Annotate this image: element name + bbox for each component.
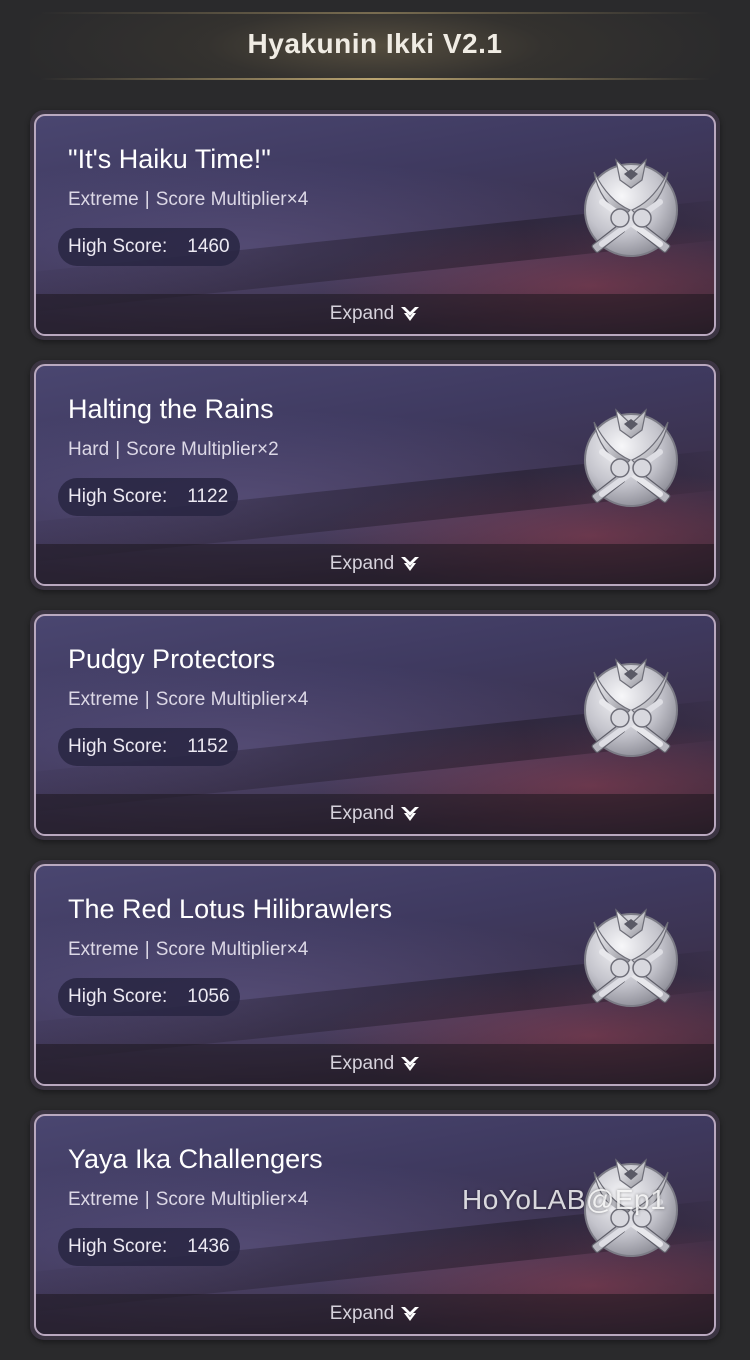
- expand-label: Expand: [329, 1053, 395, 1074]
- difficulty-label: Hard: [68, 439, 110, 460]
- page-header: Hyakunin Ikki V2.1: [0, 0, 750, 92]
- difficulty-label: Extreme: [68, 939, 139, 960]
- details-separator: |: [144, 689, 150, 710]
- expand-label: Expand: [329, 303, 395, 324]
- high-score-value: 1460: [187, 236, 230, 257]
- expand-label: Expand: [329, 803, 395, 824]
- details-separator: |: [115, 439, 121, 460]
- challenge-title: "It's Haiku Time!": [68, 144, 271, 174]
- high-score-label: High Score:: [68, 986, 168, 1007]
- chevron-double-down-icon: [401, 807, 420, 821]
- expand-button[interactable]: Expand: [36, 1044, 714, 1084]
- difficulty-label: Extreme: [68, 1189, 139, 1210]
- high-score-value: 1152: [187, 736, 229, 757]
- header-divider-top: [40, 12, 710, 14]
- expand-label: Expand: [329, 1303, 395, 1324]
- chevron-double-down-icon: [401, 1307, 420, 1321]
- details-separator: |: [144, 939, 150, 960]
- score-multiplier-label: Score Multiplier×4: [155, 939, 309, 960]
- high-score-label: High Score:: [68, 486, 168, 507]
- chevron-double-down-icon: [401, 557, 420, 571]
- page-title: Hyakunin Ikki V2.1: [247, 28, 503, 59]
- header-divider-bottom: [40, 78, 710, 80]
- high-score-badge: High Score: 1436: [58, 1228, 240, 1266]
- score-multiplier-label: Score Multiplier×4: [155, 689, 309, 710]
- high-score-value: 1122: [187, 486, 229, 507]
- challenge-title: Pudgy Protectors: [68, 644, 276, 674]
- challenge-title: Yaya Ika Challengers: [68, 1144, 323, 1174]
- challenge-card[interactable]: Pudgy Protectors Extreme | Score Multiplie…: [30, 610, 720, 840]
- silver-crossed-swords-emblem-icon: [576, 402, 686, 512]
- high-score-badge: High Score: 1152: [58, 728, 239, 766]
- watermark: HoYoLAB@Ep1: [462, 1184, 667, 1215]
- challenge-card-body: Yaya Ika Challengers Extreme | Score Multi…: [34, 1114, 716, 1336]
- challenge-details: Extreme | Score Multiplier×4: [68, 939, 308, 961]
- high-score-badge: High Score: 1460: [58, 228, 240, 266]
- score-multiplier-label: Score Multiplier×4: [155, 1189, 309, 1210]
- expand-button[interactable]: Expand: [36, 294, 714, 334]
- difficulty-label: Extreme: [68, 689, 139, 710]
- challenge-card[interactable]: The Red Lotus Hilibrawlers Extreme | Score…: [30, 860, 720, 1090]
- expand-button[interactable]: Expand: [36, 544, 714, 584]
- high-score-label: High Score:: [68, 1236, 168, 1257]
- details-separator: |: [144, 1189, 150, 1210]
- challenge-list: "It's Haiku Time!" Extreme | Score Multipl…: [30, 110, 720, 1360]
- challenge-card[interactable]: Yaya Ika Challengers Extreme | Score Multi…: [30, 1110, 720, 1340]
- expand-label: Expand: [329, 553, 395, 574]
- challenge-card[interactable]: "It's Haiku Time!" Extreme | Score Multipl…: [30, 110, 720, 340]
- silver-crossed-swords-emblem-icon: [576, 902, 686, 1012]
- challenge-card-body: Halting the Rains Hard | Score Multiplier×…: [34, 364, 716, 586]
- difficulty-label: Extreme: [68, 189, 139, 210]
- challenge-card[interactable]: Halting the Rains Hard | Score Multiplier×…: [30, 360, 720, 590]
- expand-button[interactable]: Expand: [36, 1294, 714, 1334]
- high-score-value: 1056: [187, 986, 230, 1007]
- high-score-label: High Score:: [68, 736, 168, 757]
- challenge-details: Hard | Score Multiplier×2: [68, 439, 279, 461]
- high-score-label: High Score:: [68, 236, 168, 257]
- chevron-double-down-icon: [401, 1057, 420, 1071]
- challenge-card-body: "It's Haiku Time!" Extreme | Score Multipl…: [34, 114, 716, 336]
- high-score-badge: High Score: 1122: [58, 478, 239, 516]
- chevron-double-down-icon: [401, 307, 420, 321]
- challenge-title: The Red Lotus Hilibrawlers: [68, 894, 393, 924]
- score-multiplier-label: Score Multiplier×2: [126, 439, 279, 460]
- score-multiplier-label: Score Multiplier×4: [155, 189, 309, 210]
- silver-crossed-swords-emblem-icon: [576, 652, 686, 762]
- challenge-details: Extreme | Score Multiplier×4: [68, 189, 308, 211]
- expand-button[interactable]: Expand: [36, 794, 714, 834]
- high-score-badge: High Score: 1056: [58, 978, 240, 1016]
- challenge-details: Extreme | Score Multiplier×4: [68, 689, 308, 711]
- challenge-details: Extreme | Score Multiplier×4: [68, 1189, 308, 1211]
- challenge-card-body: The Red Lotus Hilibrawlers Extreme | Score…: [34, 864, 716, 1086]
- high-score-value: 1436: [187, 1236, 230, 1257]
- challenge-card-body: Pudgy Protectors Extreme | Score Multiplie…: [34, 614, 716, 836]
- details-separator: |: [144, 189, 150, 210]
- silver-crossed-swords-emblem-icon: [576, 152, 686, 262]
- challenge-title: Halting the Rains: [68, 394, 274, 424]
